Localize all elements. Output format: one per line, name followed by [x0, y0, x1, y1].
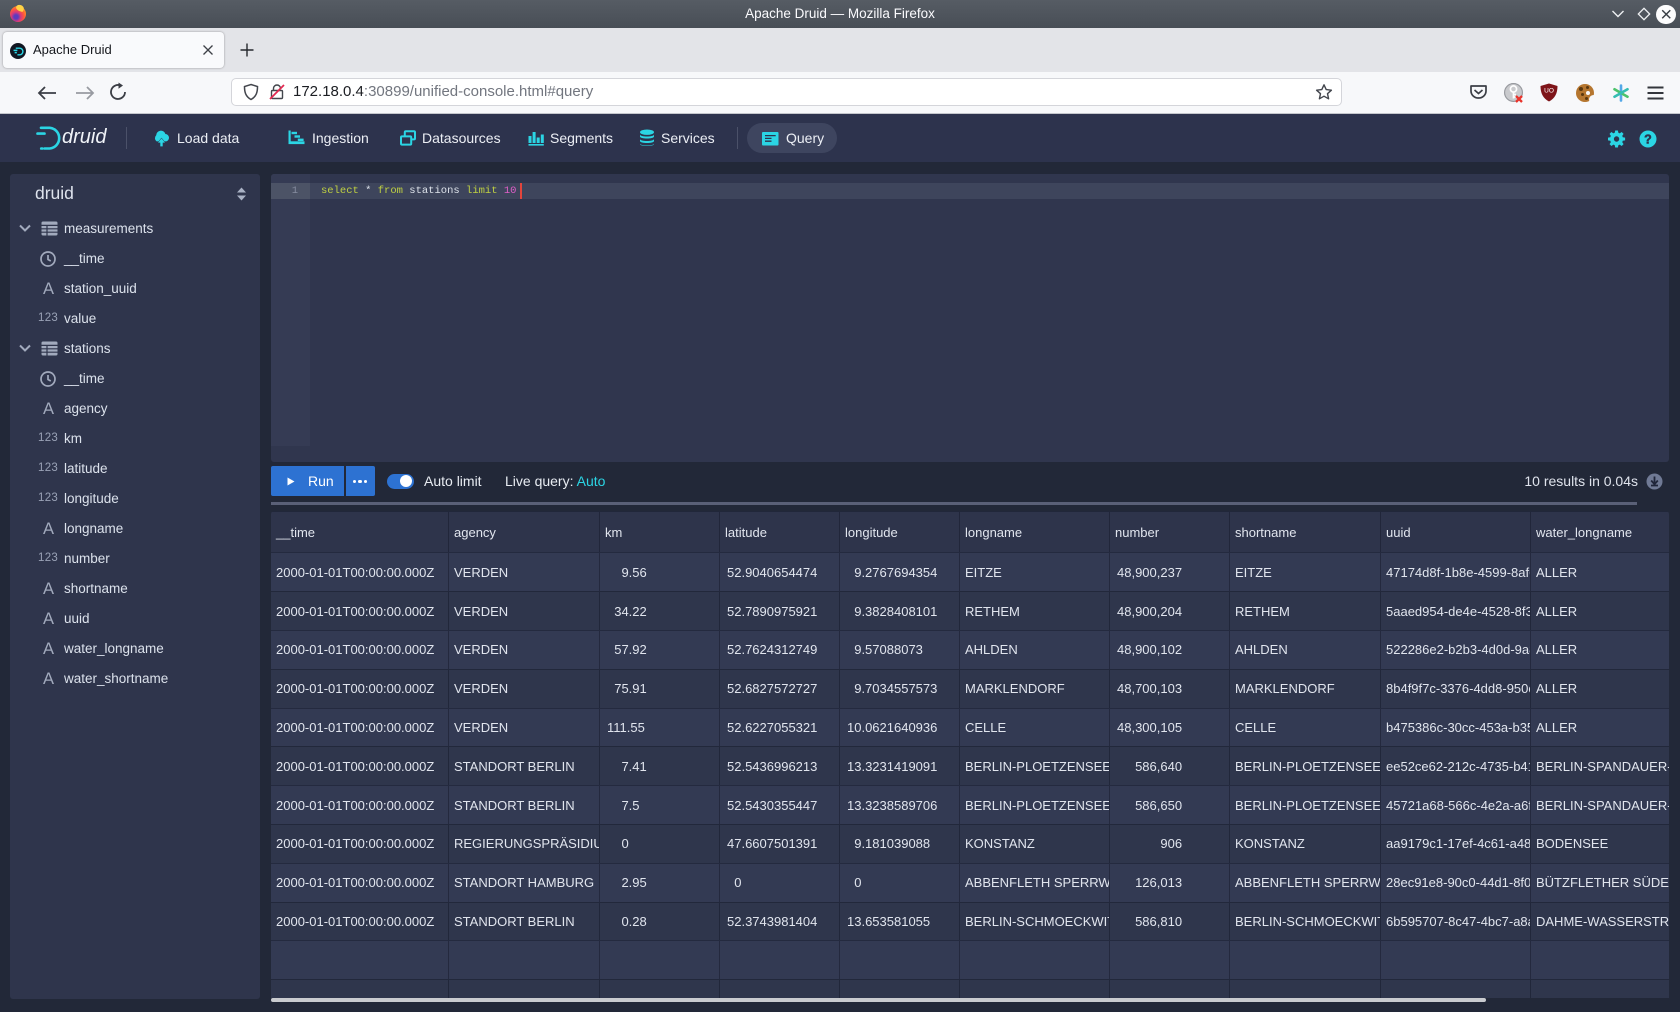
svg-text:?: ?	[1644, 132, 1652, 146]
svg-text:UO: UO	[1544, 88, 1554, 95]
